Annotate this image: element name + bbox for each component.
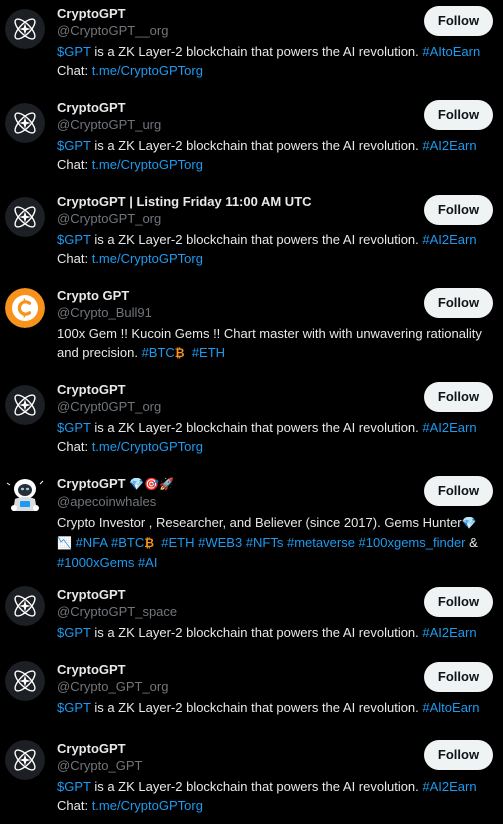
chart-down-icon: 📉 [57,536,72,550]
gem-target-rocket-icons: 💎🎯🚀 [129,477,175,491]
bio-text: Crypto Investor , Researcher, and Believ… [57,515,462,530]
hashtag-link[interactable]: #1000xGems [57,555,134,570]
atom-logo-icon[interactable] [5,661,45,701]
chat-link[interactable]: t.me/CryptoGPTorg [92,63,203,78]
ticker-link[interactable]: $GPT [57,138,91,153]
hashtag-link[interactable]: #BTC [111,535,144,550]
ticker-link[interactable]: $GPT [57,420,91,435]
follow-button[interactable]: Follow [424,740,493,770]
gem-icon: 💎 [461,516,477,530]
bio-text: is a ZK Layer-2 blockchain that powers t… [90,232,423,247]
atom-logo-icon[interactable] [5,9,45,49]
bitcoin-logo-icon[interactable] [5,288,45,328]
hashtag-link[interactable]: #ETH [192,345,225,360]
follow-button[interactable]: Follow [424,195,493,225]
hashtag-link[interactable]: #AItoEarn [422,44,480,59]
astronaut-ape-icon[interactable] [5,475,45,515]
bio-text: is a ZK Layer-2 blockchain that powers t… [90,44,423,59]
bio-text: 100x Gem !! Kucoin Gems !! Chart master … [57,326,482,360]
atom-logo-icon[interactable] [5,103,45,143]
ticker-link[interactable]: $GPT [57,700,91,715]
account-bio: $GPT is a ZK Layer-2 blockchain that pow… [57,623,497,642]
atom-logo-icon[interactable] [5,385,45,425]
hashtag-link[interactable]: #WEB3 [198,535,242,550]
chat-label: Chat: [57,63,92,78]
chat-label: Chat: [57,798,92,813]
hashtag-link[interactable]: #NFA [76,535,108,550]
atom-logo-icon[interactable] [5,586,45,626]
chat-link[interactable]: t.me/CryptoGPTorg [92,798,203,813]
hashtag-link[interactable]: #AI2Earn [422,779,476,794]
bio-text: is a ZK Layer-2 blockchain that powers t… [90,779,423,794]
account-bio: $GPT is a ZK Layer-2 blockchain that pow… [57,777,497,815]
account-bio: 100x Gem !! Kucoin Gems !! Chart master … [57,324,497,363]
follow-button[interactable]: Follow [424,382,493,412]
bitcoin-icon: ₿ [144,536,155,550]
chat-link[interactable]: t.me/CryptoGPTorg [92,157,203,172]
chat-label: Chat: [57,157,92,172]
bio-text: is a ZK Layer-2 blockchain that powers t… [90,625,423,640]
atom-logo-icon[interactable] [5,740,45,780]
hashtag-link[interactable]: #AI2Earn [422,625,476,640]
ticker-link[interactable]: $GPT [57,44,91,59]
bio-text: is a ZK Layer-2 blockchain that powers t… [90,700,423,715]
follow-button[interactable]: Follow [424,288,493,318]
chat-label: Chat: [57,439,92,454]
hashtag-link[interactable]: #100xgems_finder [359,535,466,550]
hashtag-link[interactable]: #metaverse [287,535,355,550]
hashtag-link[interactable]: #AltoEarn [422,700,479,715]
account-bio: $GPT is a ZK Layer-2 blockchain that pow… [57,698,497,717]
hashtag-link[interactable]: #AI2Earn [422,420,476,435]
ampersand-text: & [465,535,478,550]
account-bio: $GPT is a ZK Layer-2 blockchain that pow… [57,418,497,456]
follow-button[interactable]: Follow [424,587,493,617]
hashtag-link[interactable]: #AI2Earn [422,138,476,153]
account-bio: $GPT is a ZK Layer-2 blockchain that pow… [57,42,497,80]
ticker-link[interactable]: $GPT [57,232,91,247]
hashtag-link[interactable]: #BTC [142,345,175,360]
chat-link[interactable]: t.me/CryptoGPTorg [92,251,203,266]
hashtag-link[interactable]: #NFTs [246,535,284,550]
bitcoin-icon: ₿ [174,346,185,360]
follow-button[interactable]: Follow [424,662,493,692]
ticker-link[interactable]: $GPT [57,779,91,794]
hashtag-link[interactable]: #AI2Earn [422,232,476,247]
bio-text: is a ZK Layer-2 blockchain that powers t… [90,138,423,153]
ticker-link[interactable]: $GPT [57,625,91,640]
chat-label: Chat: [57,251,92,266]
account-bio: $GPT is a ZK Layer-2 blockchain that pow… [57,230,497,268]
follow-button[interactable]: Follow [424,6,493,36]
atom-logo-icon[interactable] [5,197,45,237]
account-bio: Crypto Investor , Researcher, and Believ… [57,513,497,572]
follow-button[interactable]: Follow [424,100,493,130]
follow-button[interactable]: Follow [424,476,493,506]
hashtag-link[interactable]: #ETH [161,535,194,550]
bio-text: is a ZK Layer-2 blockchain that powers t… [90,420,423,435]
hashtag-link[interactable]: #AI [138,555,158,570]
account-name-text: CryptoGPT [57,476,126,491]
chat-link[interactable]: t.me/CryptoGPTorg [92,439,203,454]
account-bio: $GPT is a ZK Layer-2 blockchain that pow… [57,136,497,174]
